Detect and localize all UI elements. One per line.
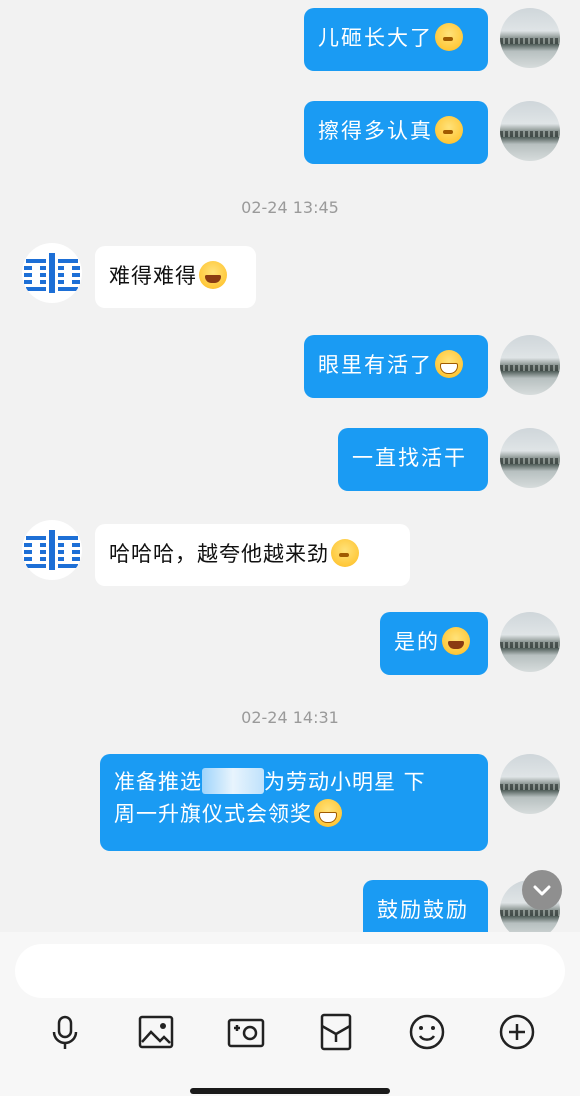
image-icon bbox=[138, 1015, 174, 1049]
contact-avatar[interactable] bbox=[22, 243, 82, 303]
thinking-emoji-icon bbox=[331, 539, 359, 567]
laughing-emoji-icon bbox=[442, 627, 470, 655]
message-text: 为劳动小明星 下 bbox=[264, 770, 426, 794]
message-text: 擦得多认真 bbox=[318, 119, 433, 143]
emoji-button[interactable] bbox=[407, 1012, 447, 1052]
my-avatar[interactable] bbox=[500, 612, 560, 672]
message-bubble[interactable]: 擦得多认真 bbox=[304, 101, 488, 164]
message-input[interactable] bbox=[15, 944, 565, 998]
camera-icon bbox=[227, 1018, 265, 1048]
smiley-icon bbox=[409, 1014, 445, 1050]
message-bubble[interactable]: 哈哈哈，越夸他越来劲 bbox=[95, 524, 410, 586]
camera-button[interactable] bbox=[226, 1012, 266, 1052]
scroll-to-bottom-button[interactable] bbox=[522, 870, 562, 910]
message-text: 一直找活干 bbox=[352, 446, 467, 470]
message-text: 鼓励鼓励 bbox=[377, 898, 469, 922]
message-text: 是的 bbox=[394, 630, 440, 654]
contact-logo-icon bbox=[24, 530, 80, 570]
contact-avatar[interactable] bbox=[22, 520, 82, 580]
redacted-name bbox=[202, 768, 264, 794]
thinking-emoji-icon bbox=[435, 23, 463, 51]
message-bubble[interactable]: 一直找活干 bbox=[338, 428, 488, 491]
timestamp: 02-24 13:45 bbox=[241, 198, 339, 217]
red-packet-icon bbox=[320, 1013, 352, 1051]
voice-button[interactable] bbox=[45, 1012, 85, 1052]
contact-logo-icon bbox=[24, 253, 80, 293]
microphone-icon bbox=[52, 1015, 78, 1049]
message-text: 准备推选 bbox=[114, 770, 202, 794]
chevron-down-icon bbox=[533, 885, 551, 896]
message-bubble[interactable]: 难得难得 bbox=[95, 246, 256, 308]
timestamp: 02-24 14:31 bbox=[241, 708, 339, 727]
message-bubble[interactable]: 眼里有活了 bbox=[304, 335, 488, 398]
grinning-emoji-icon bbox=[435, 350, 463, 378]
grinning-emoji-icon bbox=[314, 799, 342, 827]
message-text: 难得难得 bbox=[109, 264, 197, 288]
red-packet-button[interactable] bbox=[316, 1012, 356, 1052]
message-bubble[interactable]: 准备推选 为劳动小明星 下 周一升旗仪式会领奖 bbox=[100, 754, 488, 851]
message-text: 哈哈哈，越夸他越来劲 bbox=[109, 542, 329, 566]
message-text: 儿砸长大了 bbox=[318, 26, 433, 50]
message-bubble[interactable]: 鼓励鼓励 bbox=[363, 880, 488, 932]
message-text: 周一升旗仪式会领奖 bbox=[114, 802, 312, 826]
my-avatar[interactable] bbox=[500, 101, 560, 161]
input-panel bbox=[0, 932, 580, 1096]
thinking-emoji-icon bbox=[435, 116, 463, 144]
home-indicator bbox=[190, 1088, 390, 1094]
laughing-emoji-icon bbox=[199, 261, 227, 289]
image-button[interactable] bbox=[136, 1012, 176, 1052]
my-avatar[interactable] bbox=[500, 335, 560, 395]
message-bubble[interactable]: 是的 bbox=[380, 612, 488, 675]
message-text: 眼里有活了 bbox=[318, 353, 433, 377]
my-avatar[interactable] bbox=[500, 8, 560, 68]
more-button[interactable] bbox=[497, 1012, 537, 1052]
plus-icon bbox=[499, 1014, 535, 1050]
chat-area[interactable]: 儿砸长大了 擦得多认真 02-24 13:45 难得难得 眼里有活了 一直找活干 bbox=[0, 0, 580, 932]
message-bubble[interactable]: 儿砸长大了 bbox=[304, 8, 488, 71]
my-avatar[interactable] bbox=[500, 754, 560, 814]
my-avatar[interactable] bbox=[500, 428, 560, 488]
